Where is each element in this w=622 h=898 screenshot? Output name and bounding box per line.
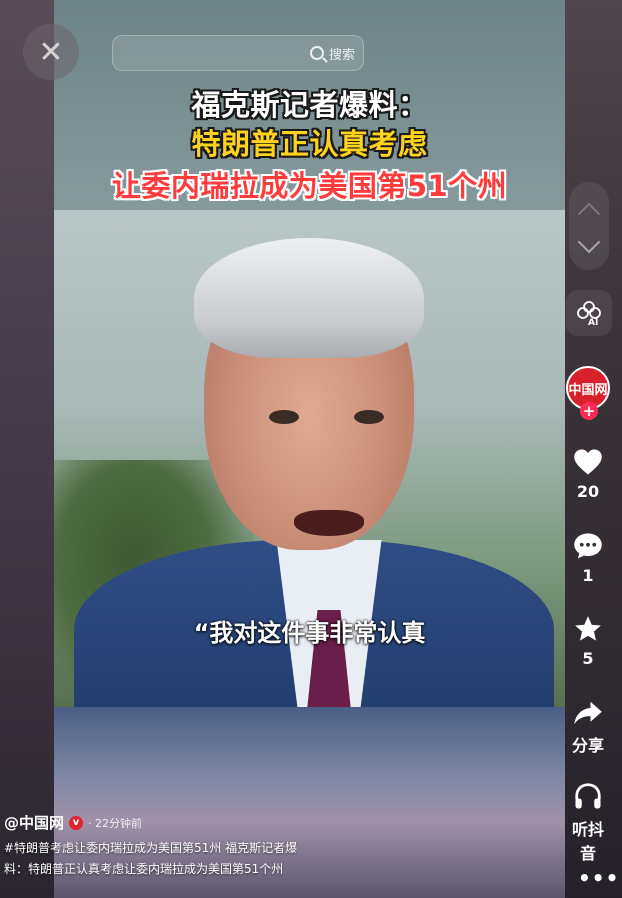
listen-button[interactable]: 听抖音 [565, 782, 611, 864]
close-icon: ✕ [38, 34, 64, 70]
follow-button[interactable]: + [580, 402, 598, 420]
headline-line-3: 让委内瑞拉成为美国第51个州 [111, 169, 508, 203]
search-button-label: 搜索 [328, 47, 355, 63]
more-options-icon[interactable]: ••• [578, 866, 619, 890]
video-subtitle: “我对这件事非常认真 [193, 619, 426, 647]
left-blur-backdrop [0, 0, 54, 898]
comment-count: 1 [582, 566, 594, 585]
heart-icon [574, 449, 602, 475]
post-author-line: @中国网 v · 22分钟前 [4, 812, 142, 833]
video-nav-control[interactable] [569, 182, 609, 270]
comment-button[interactable]: 1 [565, 532, 611, 585]
search-input[interactable]: 搜索 [112, 35, 364, 71]
share-arrow-icon [574, 701, 602, 725]
presenter-eye-left [269, 410, 299, 424]
author-name[interactable]: @中国网 [4, 812, 64, 833]
chevron-up-icon[interactable] [577, 202, 601, 226]
listen-label: 听抖音 [571, 820, 604, 863]
ai-flower-icon: AI [577, 301, 601, 328]
post-time: · 22分钟前 [88, 816, 143, 830]
ai-label: AI [588, 318, 598, 328]
presenter-hair [194, 238, 424, 358]
favorite-count: 5 [582, 649, 594, 668]
like-count: 20 [576, 482, 600, 501]
chevron-down-icon[interactable] [577, 230, 601, 254]
verified-badge-icon: v [69, 815, 84, 830]
favorite-button[interactable]: 5 [565, 615, 611, 668]
search-icon [309, 46, 324, 60]
headline-line-1: 福克斯记者爆料： [191, 88, 428, 122]
presenter-eye-right [354, 410, 384, 424]
star-icon [575, 616, 601, 641]
share-button[interactable]: 分享 [565, 700, 611, 756]
headphones-icon [575, 783, 601, 809]
avatar-logo-text: 中国网 [568, 382, 608, 398]
headline-line-2: 特朗普正认真考虑 [191, 127, 428, 161]
comment-icon [574, 533, 602, 559]
presenter-mouth [294, 510, 364, 536]
close-button[interactable]: ✕ [23, 24, 79, 80]
like-button[interactable]: 20 [565, 448, 611, 501]
share-label: 分享 [571, 736, 604, 755]
ai-button[interactable]: AI [566, 290, 612, 336]
video-player[interactable]: 福克斯记者爆料： 特朗普正认真考虑 让委内瑞拉成为美国第51个州 “我对这件事非… [54, 0, 565, 898]
search-button[interactable]: 搜索 [309, 44, 363, 63]
post-description[interactable]: #特朗普考虑让委内瑞拉成为美国第51州 福克斯记者爆料：特朗普正认真考虑让委内瑞… [4, 838, 304, 880]
